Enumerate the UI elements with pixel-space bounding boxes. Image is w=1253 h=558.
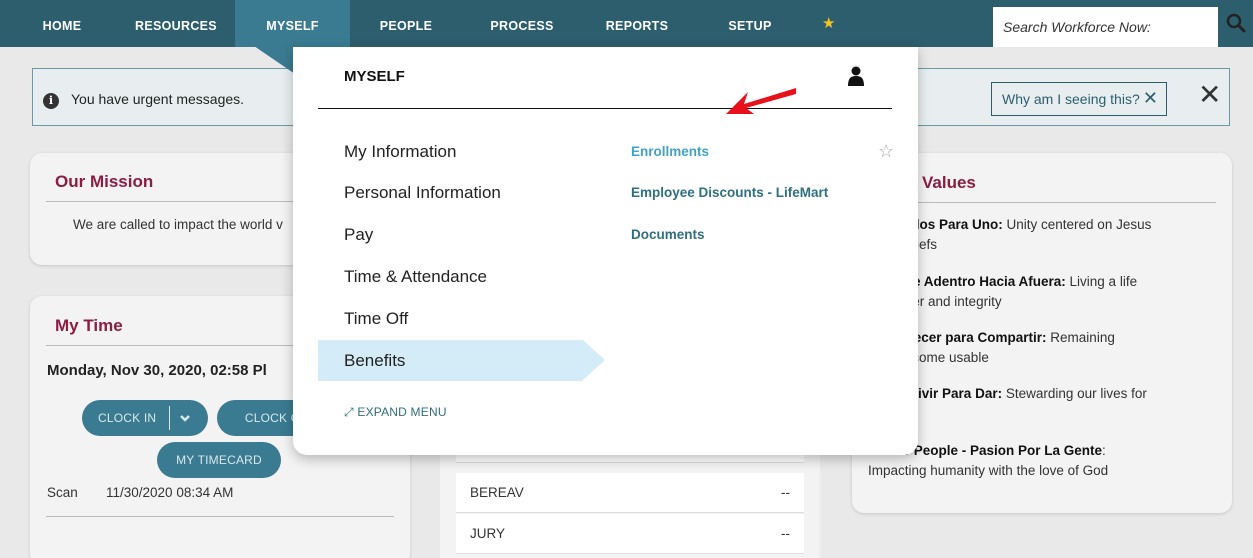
search-box[interactable] xyxy=(993,7,1218,47)
mission-title: Our Mission xyxy=(55,172,154,191)
menu-link-documents[interactable]: Documents xyxy=(631,227,705,242)
expand-icon: ⤢ xyxy=(344,405,354,419)
scan-label: Scan xyxy=(47,485,78,500)
nav-resources[interactable]: RESOURCES xyxy=(125,0,227,47)
value-item: Give - Vivir Para Dar: Stewarding our li… xyxy=(868,384,1223,404)
scan-value: 11/30/2020 08:34 AM xyxy=(106,485,234,500)
myself-mega-menu: MYSELF My Information Personal Informati… xyxy=(293,47,918,455)
menu-item-benefits[interactable]: Benefits xyxy=(344,351,405,371)
nav-people[interactable]: PEOPLE xyxy=(370,0,442,47)
value-text: Stewarding our lives for xyxy=(1002,386,1147,401)
urgent-message-text[interactable]: You have urgent messages. xyxy=(71,91,244,107)
why-label: Why am I seeing this? xyxy=(1002,91,1140,107)
my-timecard-label: MY TIMECARD xyxy=(176,453,262,467)
my-timecard-button[interactable]: MY TIMECARD xyxy=(157,442,281,478)
person-icon[interactable] xyxy=(848,66,864,86)
values-title: Values xyxy=(922,173,976,192)
time-off-card: BEREAV -- JURY -- xyxy=(440,440,820,558)
search-input[interactable] xyxy=(993,7,1218,47)
value-text-line2: Impacting humanity with the love of God xyxy=(868,463,1109,478)
my-time-title: My Time xyxy=(55,316,123,335)
value-item: Go - Crecer para Compartir: Remaining le… xyxy=(868,328,1223,368)
value-item: ne - Todos Para Uno: Unity centered on J… xyxy=(868,215,1223,255)
expand-menu-label: EXPAND MENU xyxy=(357,405,447,419)
star-outline-icon[interactable]: ☆ xyxy=(878,141,894,162)
search-icon[interactable] xyxy=(1226,13,1246,33)
cell-type: JURY xyxy=(470,526,506,541)
value-text: Remaining xyxy=(1046,330,1115,345)
nav-process[interactable]: PROCESS xyxy=(482,0,562,47)
nav-setup[interactable]: SETUP xyxy=(720,0,780,47)
nav-home[interactable]: HOME xyxy=(36,0,88,47)
mission-text: We are called to impact the world v xyxy=(73,217,283,232)
cell-type: BEREAV xyxy=(470,485,524,500)
star-icon[interactable]: ★ xyxy=(822,14,835,32)
menu-item-time-attendance[interactable]: Time & Attendance xyxy=(344,267,487,287)
clock-in-label: CLOCK IN xyxy=(98,411,157,425)
divider xyxy=(169,406,170,430)
divider xyxy=(318,108,892,109)
cell-value: -- xyxy=(781,485,790,500)
menu-item-my-information[interactable]: My Information xyxy=(344,142,456,162)
nav-myself[interactable]: MYSELF xyxy=(235,0,350,47)
info-icon: i xyxy=(43,93,59,109)
value-text: Living a life xyxy=(1065,274,1138,289)
red-arrow-icon xyxy=(726,88,796,114)
value-item: Out - De Adentro Hacia Afuera: Living a … xyxy=(868,272,1223,312)
menu-active-arrow xyxy=(583,340,605,380)
table-row: BEREAV -- xyxy=(456,473,804,513)
menu-title: MYSELF xyxy=(344,68,405,85)
value-text: : xyxy=(1102,443,1106,458)
expand-menu-link[interactable]: ⤢ EXPAND MENU xyxy=(344,405,447,420)
clock-in-button[interactable]: CLOCK IN xyxy=(82,400,208,436)
value-text: Unity centered on Jesus xyxy=(1002,217,1152,232)
top-nav-bar: HOME RESOURCES MYSELF PEOPLE PROCESS REP… xyxy=(0,0,1253,47)
divider xyxy=(868,202,1216,203)
cell-value: -- xyxy=(781,526,790,541)
divider xyxy=(46,516,394,517)
value-item: ion for People - Pasion Por La Gente: Im… xyxy=(868,441,1223,481)
nav-reports[interactable]: REPORTS xyxy=(597,0,677,47)
menu-item-time-off[interactable]: Time Off xyxy=(344,309,408,329)
menu-link-enrollments[interactable]: Enrollments xyxy=(631,144,709,159)
why-am-i-seeing-this-button[interactable]: Why am I seeing this? ✕ xyxy=(991,82,1167,116)
menu-link-employee-discounts[interactable]: Employee Discounts - LifeMart xyxy=(631,185,828,200)
table-row: JURY -- xyxy=(456,514,804,554)
menu-item-personal-information[interactable]: Personal Information xyxy=(344,183,501,203)
menu-item-pay[interactable]: Pay xyxy=(344,225,373,245)
close-icon[interactable]: ✕ xyxy=(1143,82,1158,114)
banner-close-icon[interactable]: ✕ xyxy=(1198,78,1221,111)
current-date: Monday, Nov 30, 2020, 02:58 Pl xyxy=(47,362,267,379)
